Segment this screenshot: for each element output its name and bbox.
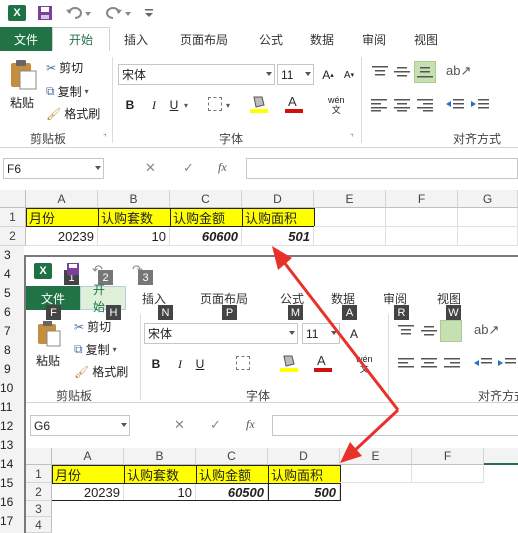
arrow-line-up (278, 256, 400, 411)
annotation-arrows (272, 246, 400, 463)
arrow-line-down (350, 408, 400, 455)
